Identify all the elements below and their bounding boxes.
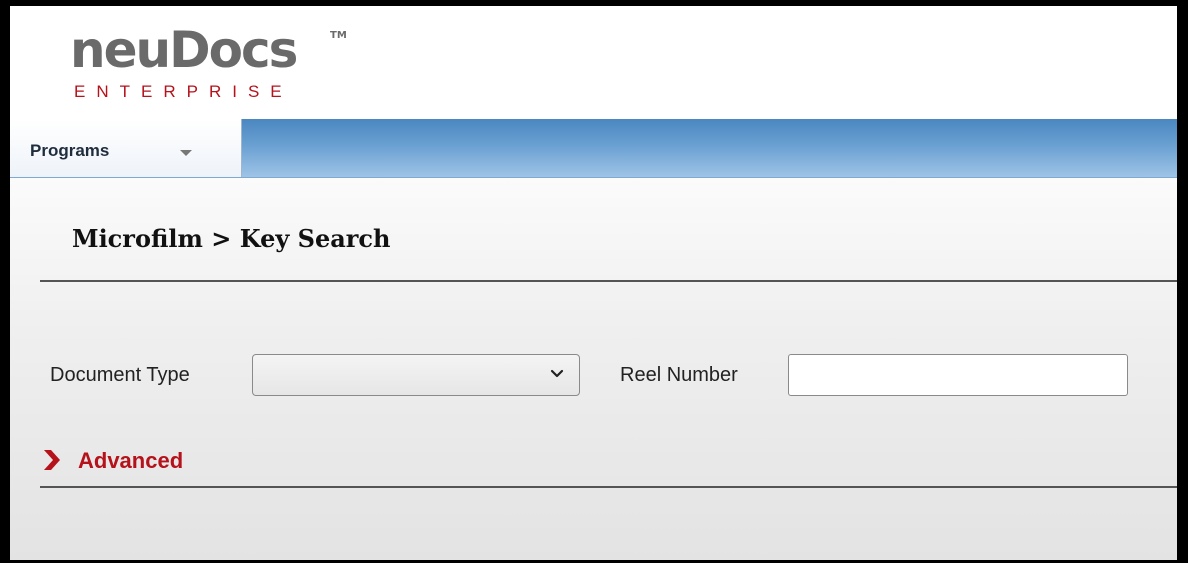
chevron-down-icon [550,369,564,378]
main-nav-bar: Programs [10,119,1177,178]
header: neuDocs TM ENTERPRISE [10,6,1177,119]
programs-menu[interactable]: Programs [10,119,242,177]
logo-wordmark: neuDocs [70,21,298,79]
form-divider [40,486,1177,488]
logo-subtitle: ENTERPRISE [74,82,293,101]
advanced-label: Advanced [78,448,184,473]
main-content: Microfilm > Key Search Document Type Ree… [10,178,1177,560]
app-body: neuDocs TM ENTERPRISE Programs Microfilm… [10,6,1177,560]
chevron-down-icon [180,150,192,156]
document-type-select[interactable] [252,354,580,396]
reel-number-label: Reel Number [620,364,738,386]
chevron-right-icon [44,450,60,470]
title-divider [40,280,1177,282]
programs-menu-label: Programs [30,141,110,160]
page-title: Microfilm > Key Search [72,224,391,253]
window-border-right [1177,0,1188,563]
logo-trademark: TM [330,30,347,41]
app-window: neuDocs TM ENTERPRISE Programs Microfilm… [0,0,1188,563]
neudocs-logo[interactable]: neuDocs TM ENTERPRISE [70,24,350,106]
reel-number-input[interactable] [788,354,1128,396]
document-type-label: Document Type [50,364,190,386]
